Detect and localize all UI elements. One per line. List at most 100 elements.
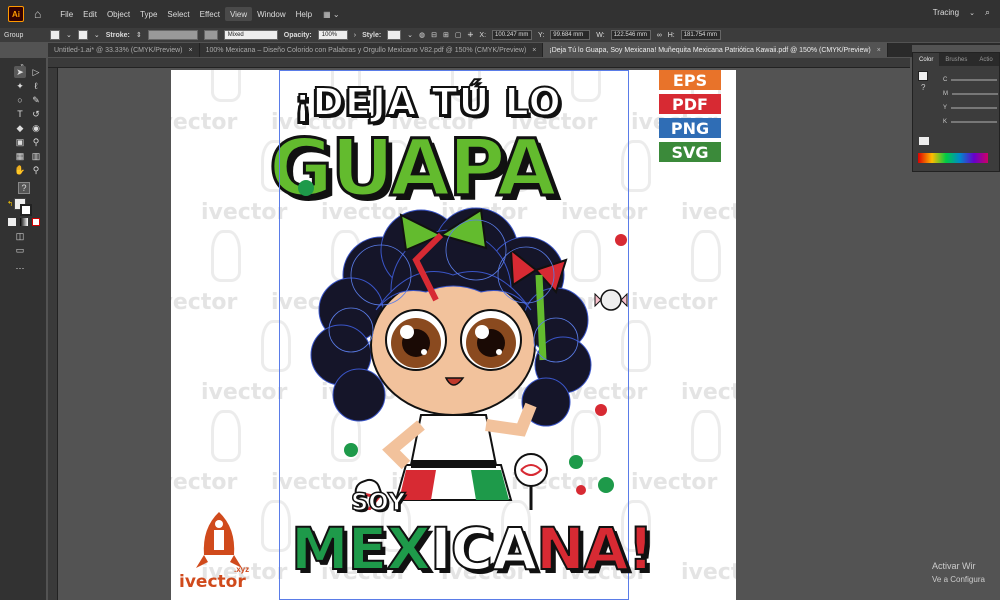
tab-actions[interactable]: Actio [973,53,998,66]
chevron-down-icon[interactable]: ⌄ [407,31,413,39]
menu-select[interactable]: Select [162,7,194,21]
slider-m[interactable] [952,93,998,95]
close-icon[interactable]: × [877,47,881,54]
graphic-style-swatch[interactable] [387,30,402,40]
mexicana-part-green: MEX [290,514,432,584]
mexicana-part-red: NA! [535,514,655,584]
mexicana-text[interactable]: MEXICANA! [290,514,655,584]
rocket-logo-icon [196,512,242,568]
swap-colors-icon[interactable]: ↰ [4,198,16,210]
home-icon[interactable]: ⌂ [34,7,41,21]
link-proportions-icon[interactable]: ∞ [657,32,662,39]
arrange-documents-icon[interactable]: ▦ ⌄ [323,10,339,19]
vertical-ruler[interactable] [48,68,58,600]
rotate-tool-icon[interactable]: ↺ [30,108,42,120]
chevron-right-icon[interactable]: › [354,32,356,39]
close-icon[interactable]: × [532,47,536,54]
slider-c[interactable] [951,79,998,81]
chevron-down-icon[interactable]: ⌄ [66,31,72,39]
watermark-text: ivector [631,470,718,495]
menu-window[interactable]: Window [252,7,290,21]
x-field[interactable]: 100.247 mm [492,30,533,40]
selection-tool-icon[interactable]: ➤ [14,66,26,78]
reference-point-icon[interactable]: ⁜ [468,31,474,39]
direct-selection-tool-icon[interactable]: ▷ [30,66,42,78]
hand-tool-icon[interactable]: ✋ [14,164,26,176]
gradient-tool-icon[interactable]: ▦ [14,150,26,162]
shape-builder-tool-icon[interactable]: ◉ [30,122,42,134]
menu-help[interactable]: Help [291,7,317,21]
edit-toolbar-icon[interactable]: ? [18,182,30,194]
slider-y[interactable] [951,107,998,109]
isolate-icon[interactable]: ▢ [455,31,462,39]
variable-width-profile[interactable] [147,30,198,40]
opacity-field[interactable]: 100% [317,30,348,40]
menu-effect[interactable]: Effect [195,7,225,21]
horizontal-ruler[interactable] [48,58,910,68]
more-tools-icon[interactable]: ⋯ [14,262,26,274]
drawing-modes-icon[interactable]: ◫ [14,230,26,242]
artboard-tool-icon[interactable]: ▣ [14,136,26,148]
search-icon[interactable]: ⌕ [985,7,990,18]
brush-definition[interactable] [203,30,218,40]
eyedropper-tool-icon[interactable]: ⚲ [30,136,42,148]
lasso-tool-icon[interactable]: ℓ [30,80,42,92]
ellipse-tool-icon[interactable]: ○ [14,94,26,106]
none-mode-icon[interactable] [32,218,40,226]
h-field[interactable]: 181.754 mm [680,30,721,40]
type-tool-icon[interactable]: T [14,108,26,120]
tab-mexicana-v82[interactable]: 100% Mexicana – Diseño Colorido con Pala… [199,43,544,57]
menu-type[interactable]: Type [135,7,162,21]
eraser-tool-icon[interactable]: ◆ [14,122,26,134]
watermark-text: ivector [681,560,736,585]
watermark-rocket-icon [211,410,241,462]
y-label: Y: [538,31,545,39]
graph-tool-icon[interactable]: ▥ [30,150,42,162]
tab-label: 100% Mexicana – Diseño Colorido con Pala… [205,46,527,54]
canvas[interactable]: ivectorivectorivectorivectorivectorivect… [58,68,910,600]
tab-color[interactable]: Color [913,53,940,66]
soy-text[interactable]: SOY [350,487,406,517]
white-swatch[interactable] [919,137,929,145]
recolor-artwork-icon[interactable]: ◍ [419,31,425,39]
color-mode-icon[interactable] [8,218,16,226]
brush-definition-field[interactable]: Mixed [223,30,278,40]
gradient-mode-icon[interactable] [20,218,28,226]
stroke-weight-stepper[interactable]: ⇕ [136,31,142,39]
tab-untitled[interactable]: Untitled-1.ai* @ 33.33% (CMYK/Preview) × [48,43,200,57]
color-spectrum[interactable] [918,153,988,163]
tab-label: Untitled-1.ai* @ 33.33% (CMYK/Preview) [54,46,183,54]
align-icon[interactable]: ⊟ [431,31,437,39]
menu-file[interactable]: File [55,7,78,21]
brush-tool-icon[interactable]: ✎ [30,94,42,106]
slider-y-label: Y [943,105,948,111]
out-of-gamut-icon[interactable]: ? [921,83,925,92]
fill-swatch[interactable] [50,30,60,40]
tab-brushes[interactable]: Brushes [939,53,973,66]
menu-object[interactable]: Object [102,7,135,21]
chevron-down-icon[interactable]: ⌄ [94,31,100,39]
stroke-color-swatch[interactable] [20,204,32,216]
zoom-tool-icon[interactable]: ⚲ [30,164,42,176]
logo-text: ivector [179,572,246,592]
badge-pdf: PDF [659,94,721,114]
screen-mode-icon[interactable]: ▭ [14,244,26,256]
chevron-down-icon[interactable]: ⌄ [969,9,975,17]
mexicana-part-white: ICA [429,514,538,584]
watermark-text: ivector [201,380,288,405]
artboard[interactable]: ivectorivectorivectorivectorivectorivect… [171,70,736,600]
tab-deja-tu-lo-guapa[interactable]: ¡Deja Tú lo Guapa, Soy Mexicana! Muñequi… [543,43,888,57]
magic-wand-tool-icon[interactable]: ✦ [14,80,26,92]
w-field[interactable]: 122.546 mm [610,30,651,40]
y-field[interactable]: 99.684 mm [550,30,591,40]
panel-fill-swatch[interactable] [918,71,928,81]
workspace-switcher[interactable]: Tracing [933,8,959,17]
close-icon[interactable]: × [189,47,193,54]
stroke-swatch[interactable] [77,30,88,40]
control-bar: Group ⌄ ⌄ Stroke: ⇕ Mixed Opacity: 100% … [0,28,1000,42]
ivector-logo: ivector .xyz [176,510,266,598]
transform-icon[interactable]: ⊞ [443,31,449,39]
slider-k[interactable] [951,121,998,123]
menu-view[interactable]: View [224,7,253,21]
menu-edit[interactable]: Edit [78,7,102,21]
